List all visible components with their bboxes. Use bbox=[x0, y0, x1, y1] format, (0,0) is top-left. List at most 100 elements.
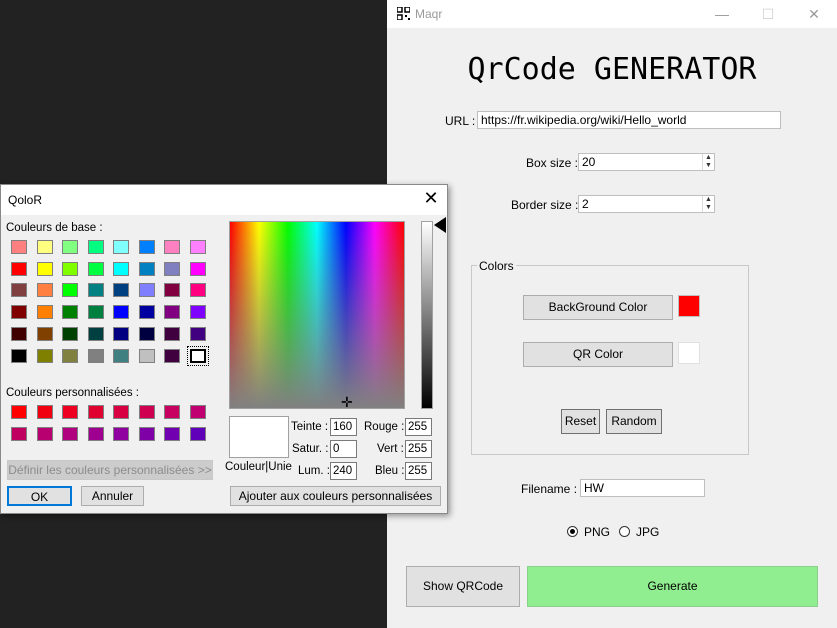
border-size-stepper[interactable]: ▲ ▼ bbox=[702, 196, 714, 212]
border-size-spinbox[interactable]: 2 ▲ ▼ bbox=[578, 195, 715, 213]
basic-color-cell[interactable] bbox=[189, 261, 206, 276]
box-size-spinbox[interactable]: 20 ▲ ▼ bbox=[578, 153, 715, 171]
basic-color-cell[interactable] bbox=[113, 261, 129, 276]
spin-down-icon[interactable]: ▼ bbox=[703, 204, 714, 212]
basic-color-cell[interactable] bbox=[113, 283, 129, 298]
filename-input[interactable]: HW bbox=[580, 479, 705, 497]
custom-color-cell[interactable] bbox=[36, 405, 53, 419]
basic-color-cell[interactable] bbox=[189, 283, 206, 298]
basic-color-cell[interactable] bbox=[11, 240, 27, 254]
custom-color-cell[interactable] bbox=[164, 426, 180, 441]
spin-down-icon[interactable]: ▼ bbox=[703, 162, 714, 170]
basic-color-cell[interactable] bbox=[113, 305, 129, 320]
custom-color-cell[interactable] bbox=[113, 426, 129, 441]
close-button[interactable]: ✕ bbox=[791, 0, 837, 28]
url-input[interactable]: https://fr.wikipedia.org/wiki/Hello_worl… bbox=[477, 111, 781, 129]
spin-up-icon[interactable]: ▲ bbox=[703, 196, 714, 204]
basic-color-cell[interactable] bbox=[138, 240, 155, 254]
luminance-input[interactable]: 240 bbox=[330, 462, 357, 480]
basic-color-cell[interactable] bbox=[164, 261, 180, 276]
custom-color-cell[interactable] bbox=[11, 426, 27, 441]
basic-color-cell[interactable] bbox=[164, 283, 180, 298]
red-input[interactable]: 255 bbox=[405, 418, 432, 436]
basic-color-cell[interactable] bbox=[164, 348, 180, 363]
qr-color-button[interactable]: QR Color bbox=[523, 342, 673, 367]
basic-color-cell[interactable] bbox=[62, 240, 78, 254]
define-custom-colors-button[interactable]: Définir les couleurs personnalisées >> bbox=[7, 460, 213, 480]
basic-color-cell[interactable] bbox=[164, 305, 180, 320]
basic-color-cell[interactable] bbox=[87, 283, 104, 298]
basic-color-cell[interactable] bbox=[138, 283, 155, 298]
png-label[interactable]: PNG bbox=[584, 525, 610, 539]
custom-color-cell[interactable] bbox=[164, 405, 180, 419]
basic-color-cell[interactable] bbox=[138, 326, 155, 341]
custom-color-cell[interactable] bbox=[113, 405, 129, 419]
basic-color-cell[interactable] bbox=[36, 240, 53, 254]
basic-color-cell[interactable] bbox=[164, 240, 180, 254]
basic-color-cell[interactable] bbox=[189, 326, 206, 341]
spin-up-icon[interactable]: ▲ bbox=[703, 154, 714, 162]
custom-color-cell[interactable] bbox=[87, 426, 104, 441]
basic-color-cell[interactable] bbox=[138, 261, 155, 276]
basic-color-cell[interactable] bbox=[87, 261, 104, 276]
custom-color-cell[interactable] bbox=[87, 405, 104, 419]
add-custom-colors-button[interactable]: Ajouter aux couleurs personnalisées bbox=[230, 486, 441, 506]
minimize-button[interactable]: — bbox=[699, 0, 745, 28]
custom-color-cell[interactable] bbox=[138, 405, 155, 419]
basic-color-cell[interactable] bbox=[62, 348, 78, 363]
random-button[interactable]: Random bbox=[606, 409, 662, 434]
luminance-slider[interactable] bbox=[421, 221, 433, 409]
basic-color-cell[interactable] bbox=[113, 326, 129, 341]
dialog-close-icon[interactable]: ✕ bbox=[419, 188, 443, 209]
basic-color-cell[interactable] bbox=[189, 305, 206, 320]
basic-color-cell[interactable] bbox=[11, 305, 27, 320]
basic-color-cell[interactable] bbox=[36, 283, 53, 298]
png-radio[interactable] bbox=[567, 526, 578, 537]
basic-color-cell[interactable] bbox=[87, 326, 104, 341]
jpg-radio[interactable] bbox=[619, 526, 630, 537]
color-spectrum[interactable]: ✛ bbox=[229, 221, 405, 409]
basic-color-cell[interactable] bbox=[36, 326, 53, 341]
basic-color-cell[interactable] bbox=[11, 326, 27, 341]
blue-input[interactable]: 255 bbox=[405, 462, 432, 480]
basic-color-cell[interactable] bbox=[87, 240, 104, 254]
basic-color-cell[interactable] bbox=[87, 305, 104, 320]
basic-color-cell[interactable] bbox=[62, 261, 78, 276]
saturation-input[interactable]: 0 bbox=[330, 440, 357, 458]
cancel-button[interactable]: Annuler bbox=[81, 486, 144, 506]
hue-input[interactable]: 160 bbox=[330, 418, 357, 436]
basic-color-cell[interactable] bbox=[113, 348, 129, 363]
basic-color-cell[interactable] bbox=[36, 305, 53, 320]
custom-color-cell[interactable] bbox=[138, 426, 155, 441]
custom-color-cell[interactable] bbox=[36, 426, 53, 441]
background-color-button[interactable]: BackGround Color bbox=[523, 295, 673, 320]
basic-color-cell[interactable] bbox=[186, 345, 209, 366]
ok-button[interactable]: OK bbox=[7, 486, 72, 506]
green-input[interactable]: 255 bbox=[405, 440, 432, 458]
basic-color-cell[interactable] bbox=[62, 305, 78, 320]
basic-color-cell[interactable] bbox=[87, 348, 104, 363]
custom-color-cell[interactable] bbox=[62, 405, 78, 419]
custom-color-cell[interactable] bbox=[62, 426, 78, 441]
basic-color-cell[interactable] bbox=[11, 348, 27, 363]
box-size-stepper[interactable]: ▲ ▼ bbox=[702, 154, 714, 170]
custom-color-cell[interactable] bbox=[189, 405, 206, 419]
basic-color-cell[interactable] bbox=[36, 348, 53, 363]
maximize-button[interactable]: ☐ bbox=[745, 0, 791, 28]
custom-color-cell[interactable] bbox=[11, 405, 27, 419]
basic-color-cell[interactable] bbox=[138, 348, 155, 363]
custom-color-cell[interactable] bbox=[189, 426, 206, 441]
basic-color-cell[interactable] bbox=[11, 283, 27, 298]
basic-color-cell[interactable] bbox=[11, 261, 27, 276]
basic-color-cell[interactable] bbox=[62, 326, 78, 341]
basic-color-cell[interactable] bbox=[36, 261, 53, 276]
jpg-label[interactable]: JPG bbox=[636, 525, 659, 539]
reset-button[interactable]: Reset bbox=[561, 409, 600, 434]
show-qrcode-button[interactable]: Show QRCode bbox=[406, 566, 520, 607]
basic-color-cell[interactable] bbox=[164, 326, 180, 341]
basic-color-cell[interactable] bbox=[138, 305, 155, 320]
basic-color-cell[interactable] bbox=[113, 240, 129, 254]
luminance-arrow-icon[interactable] bbox=[434, 217, 446, 233]
basic-color-cell[interactable] bbox=[62, 283, 78, 298]
basic-color-cell[interactable] bbox=[189, 240, 206, 254]
